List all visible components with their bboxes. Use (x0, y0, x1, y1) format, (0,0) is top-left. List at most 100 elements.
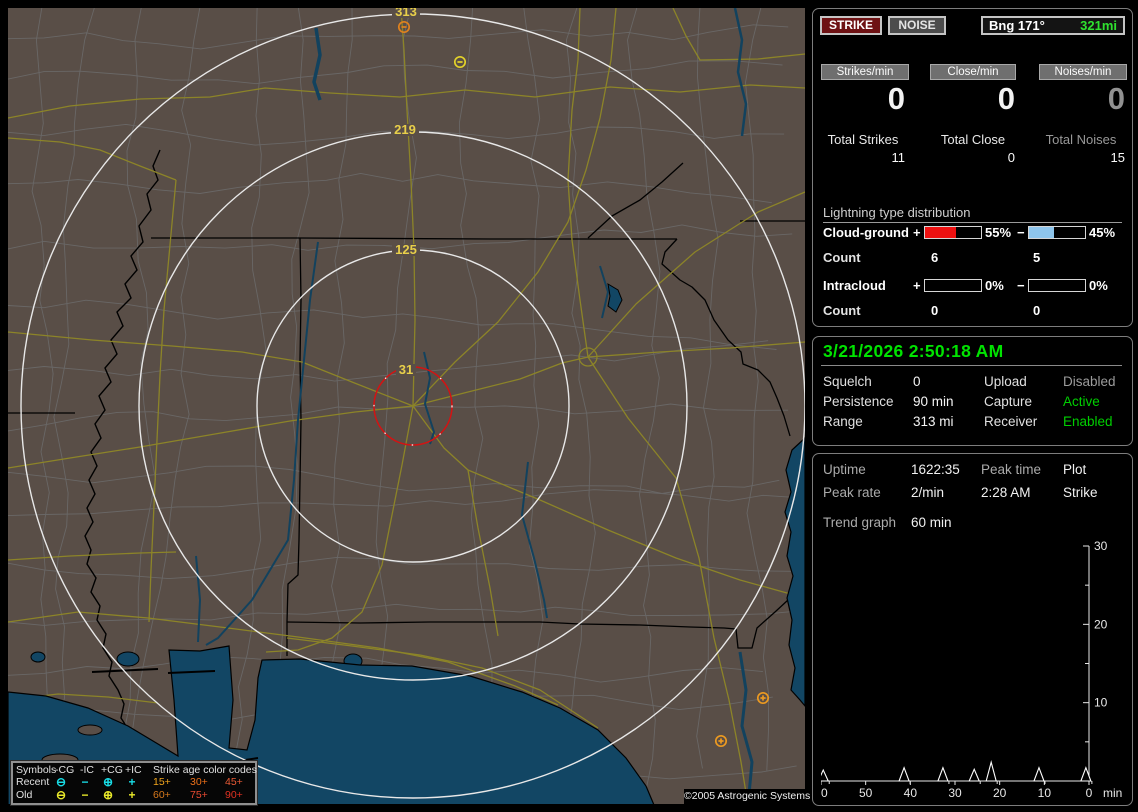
svg-text:20: 20 (993, 786, 1007, 800)
trend-graph[interactable]: 30 20 10 60 50 40 30 20 10 0 min (821, 538, 1127, 800)
plot-value: Strike (1063, 485, 1098, 500)
total-noises-value: 15 (1110, 150, 1125, 165)
cg-positive-pct: 55% (985, 225, 1012, 240)
plus-sign: + (913, 278, 921, 293)
svg-text:20: 20 (1094, 617, 1108, 631)
ring-label-219: 219 (394, 122, 416, 137)
legend-row-label: Recent (16, 776, 50, 788)
age-code-75: 75+ (190, 789, 208, 801)
capture-status: Active (1063, 394, 1100, 409)
cloud-ground-label: Cloud-ground (823, 225, 909, 240)
count-label: Count (823, 250, 861, 265)
cg-positive-bar (924, 226, 982, 239)
bearing-readout: Bng 171° 321mi (981, 16, 1125, 35)
minus-sign: − (1017, 225, 1025, 240)
trend-panel: Uptime 1622:35 Peak time Plot Peak rate … (812, 453, 1133, 806)
total-strikes-value: 11 (891, 150, 906, 165)
distribution-header: Lightning type distribution (823, 205, 1122, 223)
count-label: Count (823, 303, 861, 318)
strike-counters-panel: STRIKE NOISE Bng 171° 321mi Strikes/min … (812, 8, 1133, 327)
total-strikes-label: Total Strikes (827, 132, 899, 147)
copyright: ©2005 Astrogenic Systems (684, 789, 811, 804)
noise-button[interactable]: NOISE (888, 16, 946, 35)
close-per-min-chip[interactable]: Close/min (930, 64, 1016, 80)
age-code-30: 30+ (190, 776, 208, 788)
legend-row-old: Old ⊖ − ⊕ + 60+ 75+ 90+ (13, 789, 255, 802)
ring-label-313: 313 (395, 8, 417, 19)
capture-label: Capture (984, 394, 1033, 409)
receiver-status: Enabled (1063, 414, 1113, 429)
ic-negative-bar (1028, 279, 1086, 292)
intracloud-label: Intracloud (823, 278, 886, 293)
lightning-map[interactable]: 313 219 125 31 Symbols -CG -IC +CG +IC S… (8, 8, 811, 805)
ring-label-125: 125 (395, 242, 417, 257)
upload-status: Disabled (1063, 374, 1116, 389)
datetime-divider (821, 365, 1122, 366)
ring-label-31: 31 (399, 362, 413, 377)
svg-text:10: 10 (1038, 786, 1052, 800)
cg-negative-count: 5 (1033, 250, 1041, 265)
map-canvas: 313 219 125 31 (8, 8, 805, 804)
svg-text:10: 10 (1094, 696, 1108, 710)
svg-text:40: 40 (904, 786, 918, 800)
intracloud-row: Intracloud + 0% − 0% (813, 278, 1132, 293)
age-code-45: 45+ (225, 776, 243, 788)
total-close-label: Total Close (940, 132, 1006, 147)
minus-sign: − (1017, 278, 1025, 293)
plus-sign: + (913, 225, 921, 240)
age-code-90: 90+ (225, 789, 243, 801)
strike-button[interactable]: STRIKE (820, 16, 882, 35)
peak-time-value: 2:28 AM (981, 485, 1031, 500)
ic-positive-bar (924, 279, 982, 292)
close-rate-value: 0 (997, 81, 1015, 116)
peak-rate-label: Peak rate (823, 485, 881, 500)
ic-negative-count: 0 (1033, 303, 1041, 318)
receiver-label: Receiver (984, 414, 1038, 429)
noises-rate-value: 0 (1107, 81, 1125, 116)
trend-graph-period: 60 min (911, 515, 952, 530)
datetime: 3/21/2026 2:50:18 AM (823, 341, 1004, 361)
cg-negative-bar (1028, 226, 1086, 239)
strikes-per-min-chip[interactable]: Strikes/min (821, 64, 909, 80)
persistence-value: 90 min (913, 394, 954, 409)
range-value: 313 mi (913, 414, 954, 429)
neg-ic-old-icon: − (81, 788, 89, 802)
svg-text:0: 0 (1086, 786, 1093, 800)
cg-positive-count: 6 (931, 250, 939, 265)
upload-label: Upload (984, 374, 1027, 389)
pos-ic-old-icon: + (128, 788, 136, 802)
persistence-label: Persistence (823, 394, 894, 409)
svg-text:30: 30 (948, 786, 962, 800)
bearing-label: Bng 171° (989, 18, 1045, 33)
svg-text:30: 30 (1094, 539, 1108, 553)
ic-negative-pct: 0% (1089, 278, 1108, 293)
pos-cg-old-icon: ⊕ (102, 788, 114, 802)
total-close-value: 0 (1007, 150, 1015, 165)
symbols-legend: Symbols -CG -IC +CG +IC Strike age color… (11, 761, 257, 805)
peak-rate-value: 2/min (911, 485, 945, 500)
bearing-distance: 321mi (1080, 18, 1117, 33)
uptime-value: 1622:35 (911, 462, 960, 477)
strikes-rate-value: 0 (887, 81, 905, 116)
range-label: Range (823, 414, 863, 429)
status-panel: 3/21/2026 2:50:18 AM Squelch 0 Upload Di… (812, 336, 1133, 446)
legend-row-label: Old (16, 789, 33, 801)
noises-per-min-chip[interactable]: Noises/min (1039, 64, 1127, 80)
svg-text:60: 60 (821, 786, 828, 800)
squelch-value: 0 (913, 374, 921, 389)
total-noises-label: Total Noises (1045, 132, 1117, 147)
peak-time-label: Peak time (981, 462, 1042, 477)
svg-text:min: min (1103, 786, 1122, 800)
ic-positive-count: 0 (931, 303, 939, 318)
uptime-label: Uptime (823, 462, 866, 477)
plot-label: Plot (1063, 462, 1087, 477)
cg-negative-pct: 45% (1089, 225, 1116, 240)
svg-text:50: 50 (859, 786, 873, 800)
trend-graph-label: Trend graph (823, 515, 897, 530)
ic-positive-pct: 0% (985, 278, 1004, 293)
squelch-label: Squelch (823, 374, 872, 389)
age-code-60: 60+ (153, 789, 171, 801)
cloud-ground-row: Cloud-ground + 55% − 45% (813, 225, 1132, 240)
neg-cg-old-icon: ⊖ (55, 788, 67, 802)
age-code-15: 15+ (153, 776, 171, 788)
